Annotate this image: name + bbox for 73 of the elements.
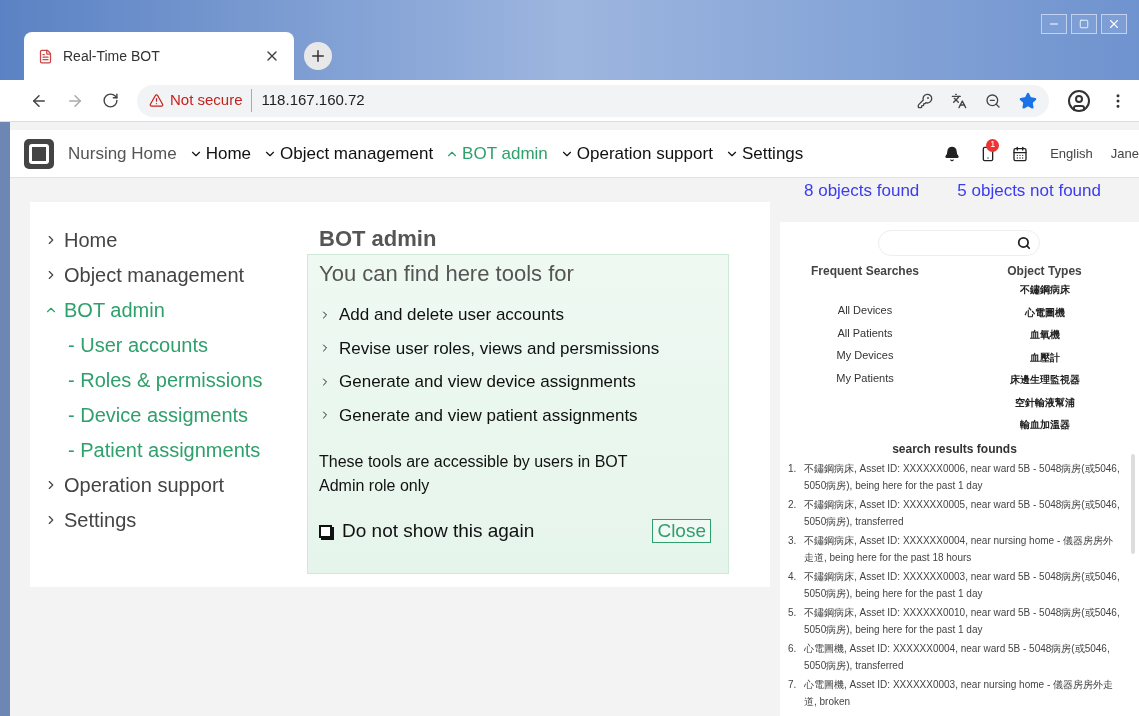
zoom-icon[interactable]: [985, 92, 1001, 109]
warning-icon: [149, 93, 164, 108]
frequent-search-link[interactable]: All Devices: [837, 302, 893, 325]
object-type-link[interactable]: 床邊生理監視器: [1009, 372, 1080, 395]
app-logo-icon: [24, 138, 54, 169]
scrollbar-thumb[interactable]: [1131, 454, 1135, 554]
calendar-icon[interactable]: [1012, 145, 1029, 162]
nav-link[interactable]: Operation support: [559, 140, 713, 167]
result-text[interactable]: 不鏽鋼病床, Asset ID: XXXXXX0010, near ward 5B - 5048病房(或5046, 5050病房), being here for the past 1 day: [804, 603, 1121, 638]
object-type-link[interactable]: 輸血加溫器: [1019, 417, 1070, 440]
dont-show-checkbox[interactable]: Do not show this again: [319, 517, 653, 546]
sidebar-item[interactable]: Object management: [44, 257, 307, 292]
profile-icon[interactable]: [1067, 88, 1091, 113]
found-link[interactable]: 8 objects found: [804, 178, 920, 204]
star-icon[interactable]: [1019, 91, 1037, 110]
plus-icon: [309, 47, 327, 65]
result-number: 7.: [788, 677, 798, 692]
translate-icon[interactable]: [951, 92, 967, 109]
brand-name: Nursing Home: [68, 142, 177, 165]
object-type-link[interactable]: 空針輸液幫浦: [1014, 394, 1075, 417]
result-number: 5.: [788, 605, 798, 620]
language-selector[interactable]: English: [1050, 143, 1093, 164]
frequent-search-link[interactable]: My Devices: [836, 347, 894, 370]
nav-link[interactable]: Object management: [263, 140, 434, 167]
page-icon: [38, 48, 53, 64]
access-note: These tools are accessible by users in BOT Admin role only: [319, 452, 629, 496]
user-name[interactable]: Jane: [1110, 143, 1139, 164]
close-icon: [1107, 17, 1121, 31]
not-found-link[interactable]: 5 objects not found: [957, 178, 1101, 204]
result-text[interactable]: 不鏽鋼病床, Asset ID: XXXXXX0005, near ward 5B - 5048病房(或5046, 5050病房), transferred: [804, 495, 1121, 530]
object-type-link[interactable]: 血壓計: [1029, 349, 1060, 372]
tool-item: Revise user roles, views and persmissions: [339, 337, 660, 360]
bell-icon[interactable]: [944, 145, 961, 162]
result-text[interactable]: 心電圖機, Asset ID: XXXXXX0003, near nursing home - 儀器房房外走道, broken: [804, 675, 1121, 710]
result-number: 2.: [788, 497, 798, 512]
notification-badge: 1: [986, 138, 1000, 152]
sidebar-item[interactable]: Settings: [44, 502, 307, 537]
results-title: search results founds: [892, 440, 1017, 458]
browser-tab[interactable]: Real-Time BOT: [24, 32, 294, 80]
result-number: 6.: [788, 641, 798, 656]
result-number: 1.: [788, 461, 798, 476]
nav-link[interactable]: Home: [188, 140, 251, 167]
frequent-search-link[interactable]: All Patients: [837, 324, 893, 347]
close-button[interactable]: [1101, 14, 1127, 34]
result-number: 4.: [788, 569, 798, 584]
security-label: Not secure: [170, 89, 252, 112]
object-type-link[interactable]: 心電圖機: [1024, 304, 1065, 327]
search-icon[interactable]: [1017, 236, 1031, 250]
object-type-link[interactable]: 不鏽鋼病床: [1019, 282, 1070, 305]
sidebar-item[interactable]: Home: [44, 222, 307, 257]
dialog-title: BOT admin: [318, 225, 438, 253]
tab-title: Real-Time BOT: [63, 46, 161, 66]
tool-item: Generate and view device assignments: [339, 371, 636, 393]
object-type-link[interactable]: 血氧機: [1029, 327, 1060, 350]
result-text[interactable]: 不鏽鋼病床, Asset ID: XXXXXX0004, near nursing home - 儀器房房外走道, being here for the past 18 hours: [804, 531, 1121, 566]
tool-item: Generate and view patient assignments: [339, 404, 638, 427]
frequent-search-link[interactable]: My Patients: [836, 369, 894, 392]
result-text[interactable]: 不鏽鋼病床, Asset ID: XXXXXX0006, near ward 5B - 5048病房(或5046, 5050病房), being here for the past 1 day: [804, 459, 1121, 494]
panel-heading: You can find here tools for: [319, 260, 575, 288]
sidebar-item[interactable]: Operation support: [44, 467, 307, 502]
section-title: Frequent Searches: [810, 263, 919, 280]
maximize-icon: [1079, 19, 1089, 29]
new-tab-button[interactable]: [304, 42, 332, 70]
nav-link[interactable]: Settings: [724, 140, 804, 167]
result-text[interactable]: 心電圖機, Asset ID: XXXXXX0004, near ward 5B - 5048病房(或5046, 5050病房), transferred: [804, 639, 1121, 674]
address-field[interactable]: Not secure 118.167.160.72: [137, 84, 1049, 117]
result-number: 3.: [788, 533, 798, 548]
section-title: Object Types: [1007, 263, 1082, 280]
key-icon[interactable]: [917, 92, 933, 109]
tool-item: Add and delete user accounts: [339, 304, 564, 326]
result-text[interactable]: 不鏽鋼病床, Asset ID: XXXXXX0003, near ward 5B - 5048病房(或5046, 5050病房), being here for the past 1 day: [804, 567, 1121, 602]
url-text: 118.167.160.72: [261, 90, 366, 111]
reload-icon[interactable]: [102, 92, 119, 109]
